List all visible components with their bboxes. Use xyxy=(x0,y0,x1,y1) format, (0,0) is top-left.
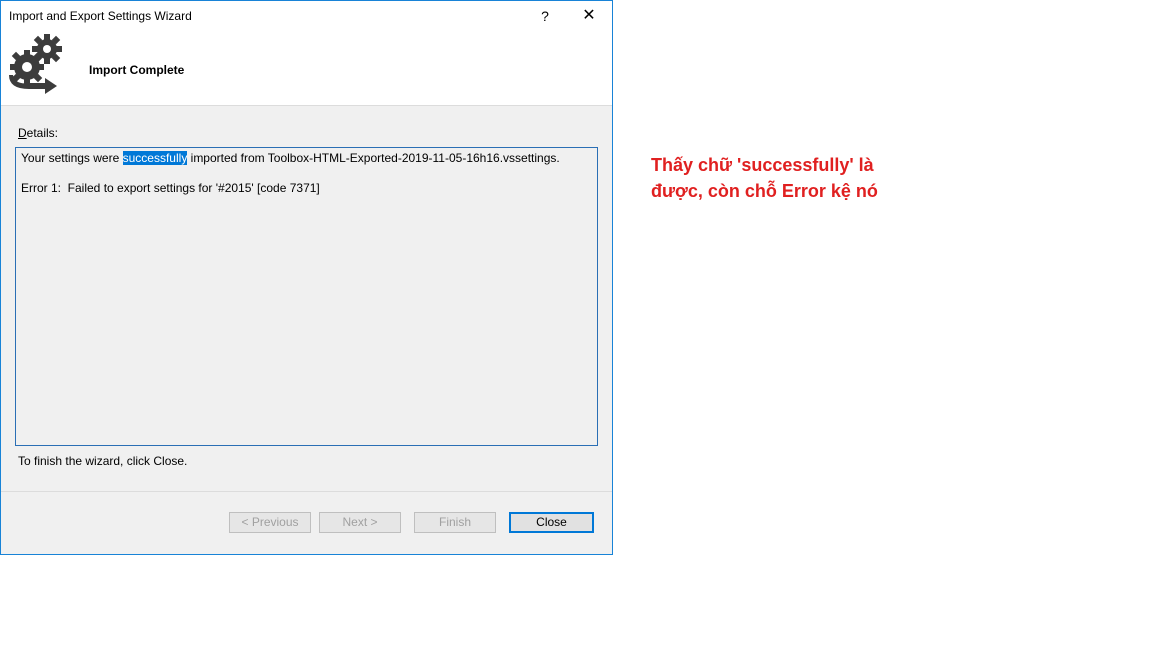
footer-divider xyxy=(1,491,612,492)
close-button[interactable]: Close xyxy=(509,512,594,533)
previous-button[interactable]: < Previous xyxy=(229,512,311,533)
finish-hint: To finish the wizard, click Close. xyxy=(18,454,188,468)
details-label: Details: xyxy=(18,126,58,140)
details-success-line: Your settings were successfully imported… xyxy=(21,151,560,165)
window-title: Import and Export Settings Wizard xyxy=(9,9,192,23)
selected-text-successfully: successfully xyxy=(122,151,188,165)
finish-button[interactable]: Finish xyxy=(414,512,496,533)
details-textbox[interactable]: Your settings were successfully imported… xyxy=(15,147,598,446)
details-label-mnemonic: D xyxy=(18,126,27,140)
details-text-before: Your settings were xyxy=(21,151,123,165)
close-window-button[interactable]: ✕ xyxy=(573,3,605,29)
details-label-text: etails: xyxy=(26,126,59,140)
next-button[interactable]: Next > xyxy=(319,512,401,533)
title-bar: Import and Export Settings Wizard ? ✕ xyxy=(1,1,612,31)
wizard-dialog: Import and Export Settings Wizard ? ✕ Im… xyxy=(0,0,613,555)
wizard-header: Import Complete xyxy=(1,31,612,106)
annotation-note: Thấy chữ 'successfully' là được, còn chỗ… xyxy=(651,155,878,201)
gears-arrow-icon xyxy=(9,34,62,94)
help-button[interactable]: ? xyxy=(531,3,559,29)
details-error-line: Error 1: Failed to export settings for '… xyxy=(21,181,320,195)
details-text-after: imported from Toolbox-HTML-Exported-2019… xyxy=(187,151,560,165)
page-title: Import Complete xyxy=(89,63,185,77)
